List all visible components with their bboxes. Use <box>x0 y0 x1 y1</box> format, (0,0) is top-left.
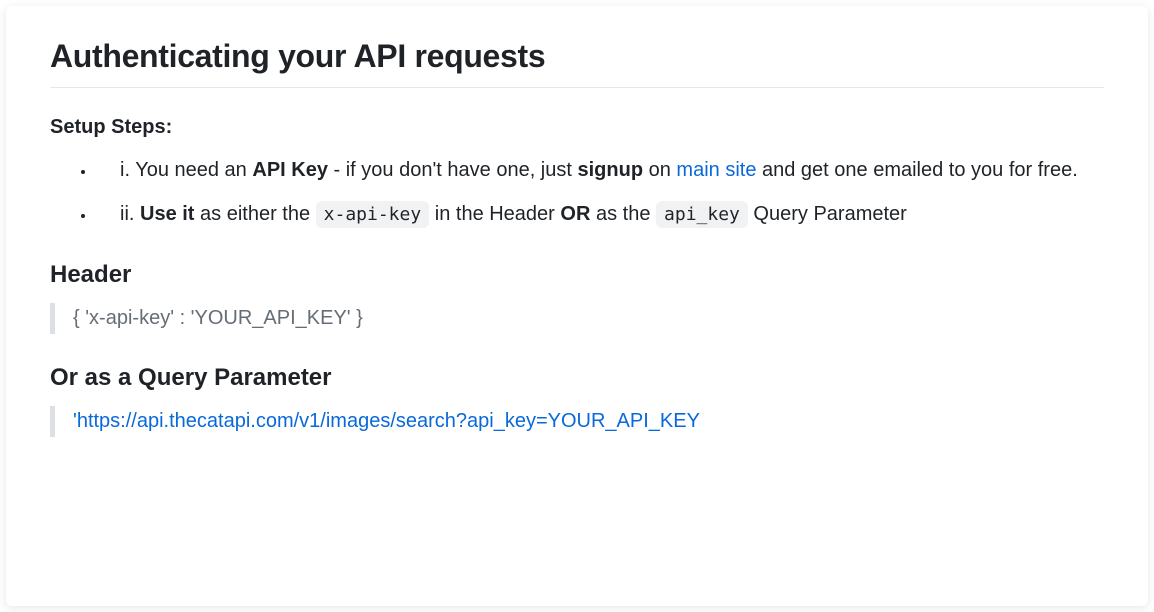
code-text: { 'x-api-key' : 'YOUR_API_KEY' } <box>73 307 363 329</box>
page-title: Authenticating your API requests <box>50 38 1104 88</box>
bold-text: signup <box>578 159 644 181</box>
bold-text: API Key <box>252 159 328 181</box>
step-text: in the Header <box>429 203 560 225</box>
list-item: ii. Use it as either the x-api-key in th… <box>96 197 1104 231</box>
list-item: i. You need an API Key - if you don't ha… <box>96 153 1104 187</box>
query-code-block: 'https://api.thecatapi.com/v1/images/sea… <box>50 406 1104 437</box>
bold-text: Use it <box>140 203 194 225</box>
step-text: as the <box>590 203 656 225</box>
example-url-link[interactable]: 'https://api.thecatapi.com/v1/images/sea… <box>73 410 700 432</box>
step-prefix: i. <box>120 159 135 181</box>
step-text: Query Parameter <box>748 203 907 225</box>
inline-code: x-api-key <box>316 201 430 228</box>
step-text: and get one emailed to you for free. <box>756 159 1077 181</box>
doc-card: Authenticating your API requests Setup S… <box>6 6 1148 606</box>
bold-text: OR <box>560 203 590 225</box>
header-code-block: { 'x-api-key' : 'YOUR_API_KEY' } <box>50 303 1104 334</box>
step-text: You need an <box>135 159 252 181</box>
step-text: as either the <box>194 203 315 225</box>
main-site-link[interactable]: main site <box>676 159 756 181</box>
inline-code: api_key <box>656 201 748 228</box>
step-text: on <box>643 159 676 181</box>
header-section-heading: Header <box>50 261 1104 289</box>
setup-heading: Setup Steps: <box>50 116 1104 139</box>
step-prefix: ii. <box>120 203 140 225</box>
setup-steps: i. You need an API Key - if you don't ha… <box>50 153 1104 231</box>
query-section-heading: Or as a Query Parameter <box>50 364 1104 392</box>
step-text: - if you don't have one, just <box>328 159 578 181</box>
